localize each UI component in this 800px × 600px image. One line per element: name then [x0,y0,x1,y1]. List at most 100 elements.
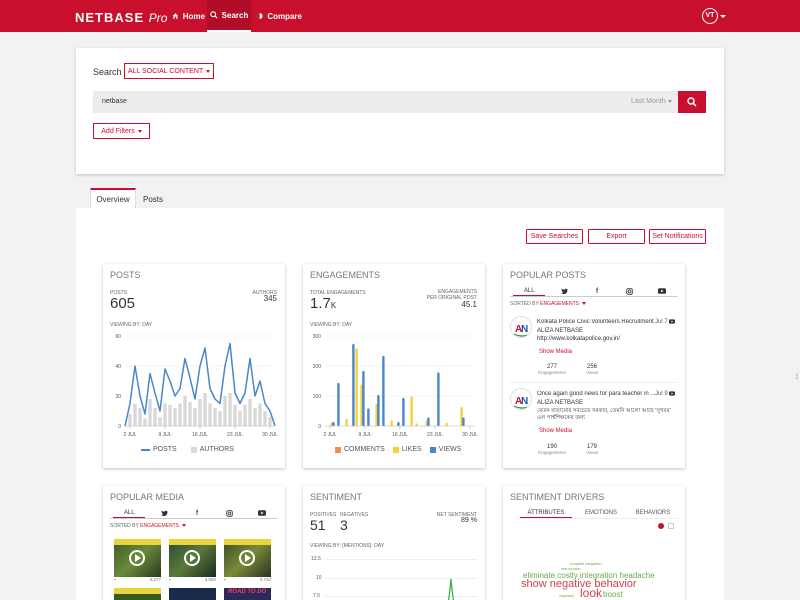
youtube-icon[interactable] [646,286,678,296]
sorted-by[interactable]: SORTED BY ENGAGEMENTS [510,301,587,307]
views-bar-cap [462,417,465,420]
tab-posts[interactable]: Posts [136,190,170,208]
word-cloud-term[interactable]: look [580,586,602,600]
views-bar [427,418,430,426]
legend-likes-swatch [392,446,399,453]
likes-bar-cap [445,422,448,425]
word-cloud-term[interactable]: important [559,594,574,598]
list-view-icon[interactable] [668,523,674,529]
x-tick-label: 16 JUL [392,432,408,438]
views-bar-cap [437,372,440,375]
views-bar [437,373,440,426]
views-bar [367,409,370,426]
chevron-down-icon [582,302,587,305]
thumbnail-banner [169,539,216,545]
engagements-card-title: ENGAGEMENTS [310,270,381,280]
popular-post-item[interactable]: AN Kolkata Police Civic Volunteers Recru… [510,316,676,384]
set-notifications-button[interactable]: Set Notifications [649,229,706,244]
netbase-logo[interactable]: NETBASE Pro [75,10,167,25]
post-title: Once again good news for para teacher in… [537,391,655,397]
word-cloud-term[interactable]: boost [603,590,623,599]
authors-bar [158,417,162,426]
authors-bar [213,408,217,426]
nav-home-label: Home [182,11,205,21]
grid-line [325,559,477,560]
views-bar-cap [362,370,365,374]
y-tick-label: 300 [313,334,322,340]
facebook-icon[interactable]: f [581,286,613,296]
user-avatar[interactable]: VT [702,8,718,24]
svg-text:N: N [521,396,528,407]
views-bar [377,396,380,426]
popular-posts-card: POPULAR POSTS ALL f SORTED BY ENGAGEMENT… [503,264,685,468]
search-submit-button[interactable] [678,91,706,113]
popular-post-item[interactable]: AN Once again good news for para teacher… [510,388,676,460]
media-count: 3,990 [204,577,216,582]
likes-bar [355,349,358,426]
popular-posts-title: POPULAR POSTS [510,270,587,280]
top-nav-bar: NETBASE Pro Home Search Compare VT [0,0,800,32]
scroll-indicator[interactable]: ⁞ [796,374,798,381]
youtube-icon[interactable] [246,508,278,518]
engagements-chart: 0 100 200 300 2 JUL 9 JUL 16 JUL 23 JUL 30 JUL [313,334,478,438]
tab-all[interactable]: ALL [513,286,546,296]
show-media-link[interactable]: Show Media [539,349,572,355]
views-bar-cap [377,394,380,398]
tab-behaviors[interactable]: BEHAVIORS [627,508,679,518]
word-cloud-term[interactable]: show negative behavior [521,578,637,590]
tab-overview[interactable]: Overview [90,188,136,208]
search-input[interactable]: netbase Last Month [93,91,678,113]
twitter-icon[interactable] [548,286,580,296]
word-cloud-term[interactable]: complete integration [570,562,602,566]
nav-compare-label: Compare [267,11,302,21]
export-button[interactable]: Export [588,229,645,244]
authors-bar [173,408,177,426]
nav-search[interactable]: Search [207,0,251,32]
source-dropdown[interactable]: ALL SOCIAL CONTENT [124,63,214,79]
cloud-view-icon[interactable] [658,523,664,529]
post-title: Kolkata Police Civic Volunteers Recruitm… [537,319,655,325]
authors-bar [208,403,212,426]
sentiment-card: SENTIMENT POSITIVES 51 NEGATIVES 3 NET S… [303,486,485,600]
media-thumbnail[interactable] [114,588,161,600]
add-filters-button[interactable]: Add Filters [93,123,150,139]
posts-card: POSTS POSTS 605 AUTHORS 345 VIEWING BY: … [103,264,285,468]
x-tick-label: 2 JUL [123,432,136,438]
views-bar-cap [332,421,335,425]
nav-compare[interactable]: Compare [256,0,302,32]
sorted-by[interactable]: SORTED BY ENGAGEMENTS [110,523,187,529]
engagements-stat: 190 Engagements [538,444,566,455]
y-tick-label: 40 [115,364,121,370]
instagram-icon[interactable] [613,286,645,296]
y-tick-label: 60 [115,334,121,340]
youtube-icon: ▪ [114,577,116,582]
media-thumbnail[interactable] [114,539,161,577]
nav-home[interactable]: Home [172,0,205,32]
facebook-icon[interactable]: f [181,508,213,518]
chevron-down-icon[interactable] [720,15,726,18]
media-stats: ▪ 5,277 [114,577,161,582]
views-bar-cap [427,417,430,420]
save-searches-button[interactable]: Save Searches [526,229,583,244]
sorted-by-value: ENGAGEMENTS [540,301,580,307]
instagram-icon[interactable] [213,508,245,518]
tab-emotions[interactable]: EMOTIONS [575,508,627,518]
date-range-select[interactable]: Last Month [631,98,672,105]
tab-attributes[interactable]: ATTRIBUTES [520,508,572,518]
sentiment-line [447,578,455,600]
show-media-link[interactable]: Show Media [539,428,572,434]
media-count: 3,720 [259,577,271,582]
media-thumbnail[interactable] [169,539,216,577]
media-thumbnail[interactable] [224,539,271,577]
likes-bar [410,397,413,426]
sorted-by-label: SORTED BY [110,523,139,529]
youtube-icon [669,319,675,326]
chevron-down-icon [182,524,187,527]
authors-bar [218,411,222,426]
tab-all[interactable]: ALL [113,508,146,518]
twitter-icon[interactable] [148,508,180,518]
play-icon [129,550,145,566]
media-thumbnail[interactable]: ROAD TO DO [224,588,271,600]
media-thumbnail[interactable] [169,588,216,600]
x-tick-label: 9 JUL [358,432,371,438]
